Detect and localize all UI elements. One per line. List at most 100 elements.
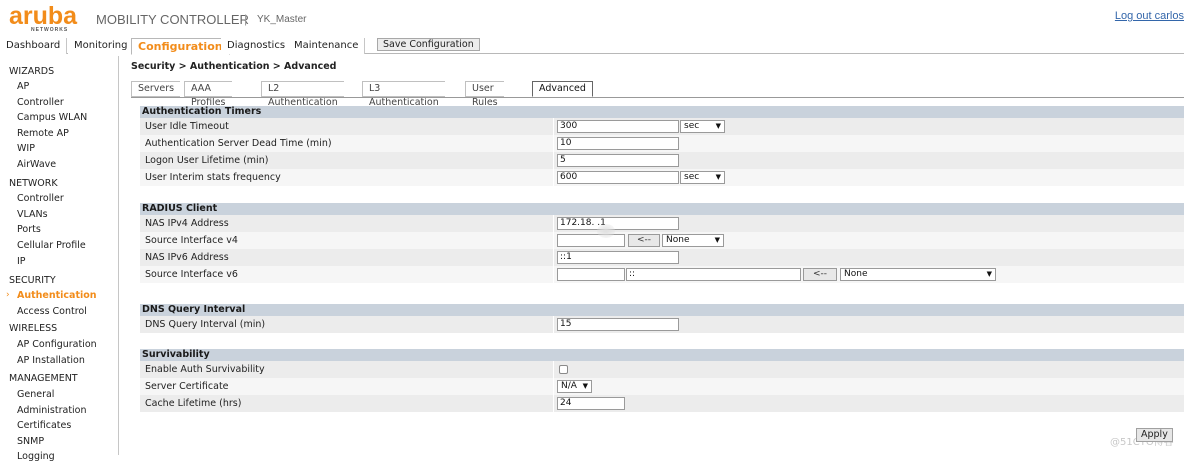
sidebar-item-administration[interactable]: Administration [17, 405, 87, 416]
section-authentication-timers: Authentication Timers User Idle Timeout … [140, 106, 1184, 186]
tab-configuration[interactable]: Configuration [131, 38, 230, 55]
section-title: DNS Query Interval [140, 304, 1184, 316]
chevron-down-icon: ▼ [715, 173, 721, 181]
idle-timeout-unit-select[interactable]: sec ▼ [680, 120, 725, 133]
sidebar-item-access-control[interactable]: Access Control [17, 306, 87, 317]
aruba-logo: aruba [9, 2, 78, 30]
sidebar-section-security: SECURITY [9, 275, 56, 286]
field-label: Server Certificate [140, 378, 553, 395]
field-label: Enable Auth Survivability [140, 361, 553, 378]
breadcrumb: Security > Authentication > Advanced [131, 61, 337, 72]
server-certificate-select[interactable]: N/A ▼ [557, 380, 592, 393]
logout-link[interactable]: Log out carlos [1115, 10, 1184, 22]
subtab-servers[interactable]: Servers [131, 81, 181, 97]
sidebar-item-network-controller[interactable]: Controller [17, 193, 64, 204]
interim-unit-select[interactable]: sec ▼ [680, 171, 725, 184]
subtab-advanced[interactable]: Advanced [532, 81, 593, 97]
sidebar-section-network: NETWORK [9, 178, 58, 189]
dns-query-interval-input[interactable]: 15 [557, 318, 679, 331]
sidebar-item-ap-installation[interactable]: AP Installation [17, 355, 85, 366]
sidebar-item-ports[interactable]: Ports [17, 224, 41, 235]
source-interface-v6-arrow-button[interactable]: <-- [803, 268, 837, 281]
sidebar-item-ip[interactable]: IP [17, 256, 26, 267]
select-value: N/A [561, 381, 577, 391]
sidebar-item-authentication[interactable]: Authentication [17, 290, 97, 301]
field-label: Source Interface v6 [140, 266, 553, 283]
sidebar-item-ap-configuration[interactable]: AP Configuration [17, 339, 97, 350]
select-value: sec [684, 172, 700, 182]
logon-user-lifetime-input[interactable]: 5 [557, 154, 679, 167]
source-interface-v6-input[interactable] [557, 268, 625, 281]
sidebar-item-logging[interactable]: Logging [17, 451, 55, 462]
source-interface-v4-input[interactable] [557, 234, 625, 247]
sidebar-item-snmp[interactable]: SNMP [17, 436, 44, 447]
field-label: Authentication Server Dead Time (min) [140, 135, 553, 152]
field-label: User Idle Timeout [140, 118, 553, 135]
sidebar-item-wizard-controller[interactable]: Controller [17, 97, 64, 108]
section-title: Authentication Timers [140, 106, 1184, 118]
sidebar-item-general[interactable]: General [17, 389, 54, 400]
sidebar-item-wip[interactable]: WIP [17, 143, 35, 154]
field-label: Cache Lifetime (hrs) [140, 395, 553, 412]
field-label: User Interim stats frequency [140, 169, 553, 186]
tab-maintenance[interactable]: Maintenance [288, 38, 366, 54]
nas-ipv6-address-input[interactable]: ::1 [557, 251, 679, 264]
field-label: Source Interface v4 [140, 232, 553, 249]
header: aruba NETWORKS MOBILITY CONTROLLER | YK_… [0, 0, 1184, 38]
section-title: Survivability [140, 349, 1184, 361]
sidebar-item-remote-ap[interactable]: Remote AP [17, 128, 69, 139]
section-dns-query-interval: DNS Query Interval DNS Query Interval (m… [140, 304, 1184, 333]
sidebar-section-wireless: WIRELESS [9, 323, 58, 334]
select-value: sec [684, 121, 700, 131]
chevron-down-icon: ▼ [986, 270, 992, 278]
select-value: None [666, 235, 690, 245]
source-interface-v6-select[interactable]: None ▼ [840, 268, 996, 281]
interim-stats-frequency-input[interactable]: 600 [557, 171, 679, 184]
title-separator: | [244, 12, 248, 26]
subtab-l3-authentication[interactable]: L3 Authentication [362, 81, 445, 108]
field-label: NAS IPv6 Address [140, 249, 553, 266]
tab-monitoring[interactable]: Monitoring [68, 38, 135, 54]
top-navigation: Dashboard Monitoring Configuration Diagn… [0, 38, 1184, 55]
sidebar-section-management: MANAGEMENT [9, 373, 78, 384]
field-label: DNS Query Interval (min) [140, 316, 553, 333]
chevron-down-icon: ▼ [715, 122, 721, 130]
sidebar-item-campus-wlan[interactable]: Campus WLAN [17, 112, 87, 123]
source-interface-v6-address-input[interactable]: :: [626, 268, 801, 281]
section-title: RADIUS Client [140, 203, 1184, 215]
sidebar-item-wizard-ap[interactable]: AP [17, 81, 29, 92]
sidebar-item-airwave[interactable]: AirWave [17, 159, 56, 170]
section-survivability: Survivability Enable Auth Survivability … [140, 349, 1184, 412]
sidebar-item-cellular-profile[interactable]: Cellular Profile [17, 240, 86, 251]
nas-ipv4-address-input[interactable]: 172.18. .1 [557, 217, 679, 230]
subtab-user-rules[interactable]: User Rules [465, 81, 504, 108]
server-dead-time-input[interactable]: 10 [557, 137, 679, 150]
subtab-l2-authentication[interactable]: L2 Authentication [261, 81, 344, 108]
product-title: MOBILITY CONTROLLER [96, 12, 249, 27]
controller-name: YK_Master [257, 14, 307, 25]
select-value: None [844, 269, 868, 279]
subtab-aaa-profiles[interactable]: AAA Profiles [184, 81, 232, 108]
chevron-down-icon: ▼ [582, 382, 588, 390]
field-label: NAS IPv4 Address [140, 215, 553, 232]
sidebar-section-wizards: WIZARDS [9, 66, 55, 77]
save-configuration-button[interactable]: Save Configuration [377, 38, 480, 51]
field-label: Logon User Lifetime (min) [140, 152, 553, 169]
source-interface-v4-arrow-button[interactable]: <-- [628, 234, 660, 247]
tab-diagnostics[interactable]: Diagnostics [221, 38, 293, 54]
logo-subtitle: NETWORKS [31, 27, 69, 33]
source-interface-v4-select[interactable]: None ▼ [662, 234, 724, 247]
chevron-right-icon: › [6, 290, 10, 300]
apply-button[interactable]: Apply [1136, 428, 1173, 442]
tab-dashboard[interactable]: Dashboard [0, 38, 68, 54]
subtab-underline [131, 97, 1184, 98]
enable-auth-survivability-checkbox[interactable] [559, 365, 568, 374]
sidebar: WIZARDS AP Controller Campus WLAN Remote… [0, 56, 119, 462]
sidebar-item-vlans[interactable]: VLANs [17, 209, 48, 220]
cache-lifetime-input[interactable]: 24 [557, 397, 625, 410]
redaction-smudge [597, 224, 615, 238]
user-idle-timeout-input[interactable]: 300 [557, 120, 679, 133]
chevron-down-icon: ▼ [714, 236, 720, 244]
sidebar-item-certificates[interactable]: Certificates [17, 420, 71, 431]
section-radius-client: RADIUS Client NAS IPv4 Address 172.18. .… [140, 203, 1184, 283]
